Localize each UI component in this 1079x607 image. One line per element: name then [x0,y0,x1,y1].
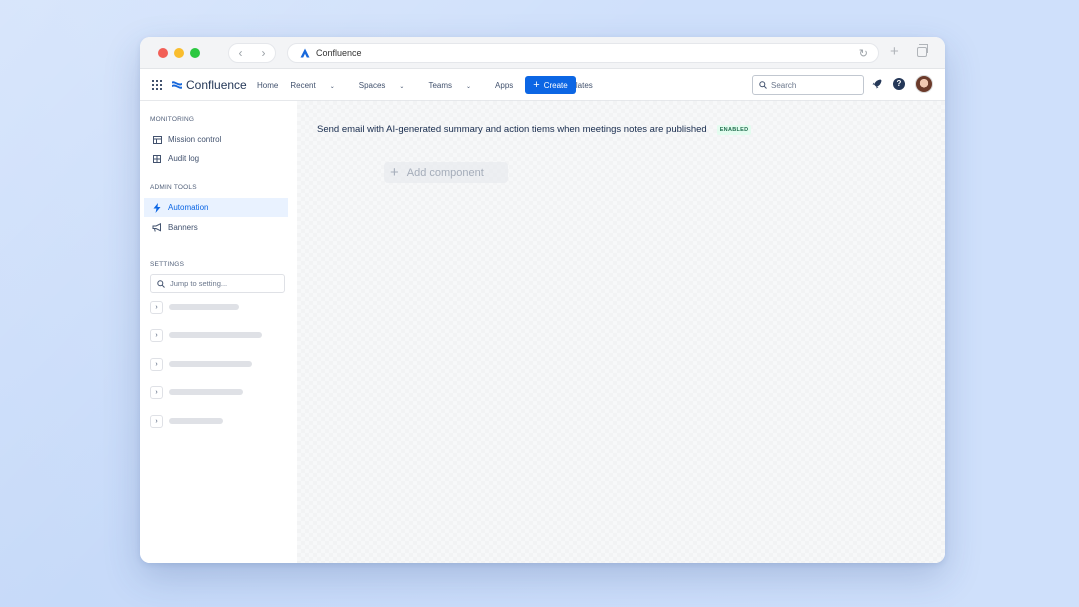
sidebar-item-label: Banners [168,223,198,232]
nav-recent-label: Recent [290,80,316,90]
chevron-right-icon[interactable]: › [150,414,163,428]
chevron-down-icon: ⌄ [466,83,472,90]
lightning-icon [152,202,162,213]
sidebar-item-label: Audit log [168,154,200,163]
dashboard-icon [152,135,162,145]
sidebar-item-label: Mission control [168,135,222,144]
chevron-right-icon[interactable]: › [150,357,163,371]
sidebar-item-banners[interactable]: Banners [144,218,288,237]
table-icon [152,154,162,164]
back-arrow-icon[interactable]: ‹ [239,46,243,60]
monitoring-header: MONITORING [150,116,195,123]
history-nav: ‹ › [228,43,276,63]
plus-icon: + [533,79,540,91]
browser-toolbar: ‹ › Confluence ↻ + [140,37,945,69]
maximize-window-button[interactable] [190,48,200,58]
address-bar[interactable]: Confluence ↻ [287,43,879,63]
reload-icon[interactable]: ↻ [859,47,868,60]
sidebar-item-automation[interactable]: Automation [144,198,288,217]
help-icon[interactable]: ? [893,78,905,90]
rule-title: Send email with AI-generated summary and… [317,124,707,135]
atlassian-logo-icon [300,48,310,58]
nav-spaces[interactable]: Spaces ⌄ [359,81,417,90]
chevron-down-icon: ⌄ [329,83,335,90]
confluence-x-icon [172,81,182,89]
megaphone-icon [152,223,162,233]
jump-to-setting-input[interactable]: Jump to setting... [150,274,285,293]
admin-sidebar: MONITORING Mission control Audit log ADM… [140,101,297,563]
search-icon [759,81,767,89]
chevron-down-icon: ⌄ [399,83,405,90]
settings-tree-row[interactable]: › [150,385,243,399]
confluence-top-nav: Confluence Home Recent ⌄ Spaces ⌄ Teams ⌄ A… [140,69,945,101]
loading-placeholder [169,332,262,338]
minimize-window-button[interactable] [174,48,184,58]
nav-teams-label: Teams [428,80,453,90]
nav-home[interactable]: Home [257,81,278,90]
settings-tree-row[interactable]: › [150,328,262,342]
loading-placeholder [169,304,239,310]
chevron-right-icon[interactable]: › [150,328,163,342]
settings-tree-row[interactable]: › [150,414,223,428]
sidebar-item-mission-control[interactable]: Mission control [144,130,288,149]
forward-arrow-icon[interactable]: › [262,46,266,60]
chevron-right-icon[interactable]: › [150,300,163,314]
plus-icon: + [390,164,399,181]
confluence-logo[interactable]: Confluence [171,78,247,92]
nav-recent[interactable]: Recent ⌄ [290,81,346,90]
loading-placeholder [169,361,252,367]
browser-window: ‹ › Confluence ↻ + Confluence Home Recen… [140,37,945,563]
jump-placeholder: Jump to setting... [170,279,228,288]
avatar[interactable] [915,75,933,93]
notifications-icon[interactable] [871,78,883,90]
nav-spaces-label: Spaces [358,80,386,90]
close-window-button[interactable] [158,48,168,58]
search-placeholder: Search [771,80,797,90]
automation-rule-canvas: Send email with AI-generated summary and… [297,101,945,563]
address-text: Confluence [316,48,362,58]
nav-teams[interactable]: Teams ⌄ [428,81,483,90]
create-label: Create [543,80,568,90]
add-component-button[interactable]: + Add component [384,162,508,183]
loading-placeholder [169,418,223,424]
brand-name: Confluence [186,78,247,92]
chevron-right-icon[interactable]: › [150,385,163,399]
new-tab-icon[interactable]: + [890,44,899,60]
search-icon [157,279,165,288]
nav-apps-label: Apps [495,80,514,90]
create-button[interactable]: + Create [525,76,576,94]
settings-header: SETTINGS [150,261,185,268]
search-input[interactable]: Search [752,75,864,95]
rule-header: Send email with AI-generated summary and… [317,124,752,135]
settings-tree-row[interactable]: › [150,300,239,314]
app-switcher-icon[interactable] [152,80,162,90]
tab-overview-icon[interactable] [917,44,928,57]
admin-tools-header: ADMIN TOOLS [150,184,197,191]
settings-tree-row[interactable]: › [150,357,252,371]
sidebar-item-audit-log[interactable]: Audit log [144,149,288,168]
status-badge: ENABLED [716,124,752,135]
loading-placeholder [169,389,243,395]
sidebar-item-label: Automation [168,203,209,212]
add-component-label: Add component [406,166,484,179]
